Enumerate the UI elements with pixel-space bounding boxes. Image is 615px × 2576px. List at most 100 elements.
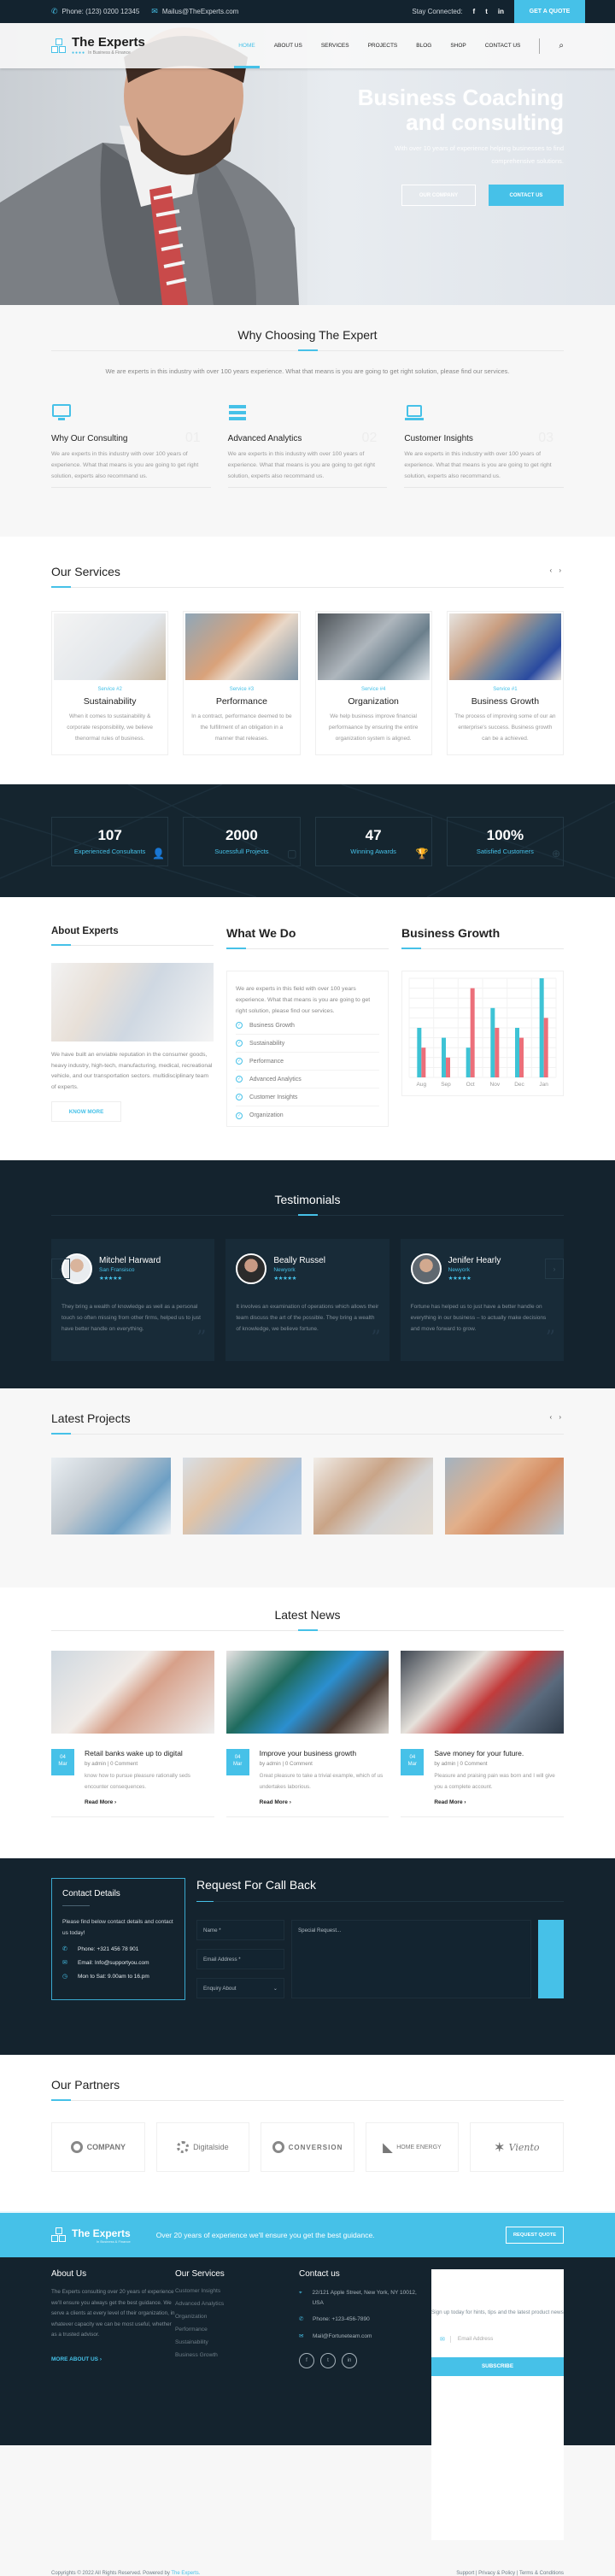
mail-icon: ✉	[151, 7, 158, 15]
linkedin-icon[interactable]: in	[498, 8, 504, 15]
read-more-link[interactable]: Read More ›	[85, 1799, 116, 1805]
date-month: Mar	[58, 1762, 67, 1767]
chart-bar-aug-series-1	[421, 1047, 426, 1077]
mail-icon: ✉	[440, 2335, 451, 2343]
news-image[interactable]	[226, 1651, 390, 1734]
logo-cubes-icon	[51, 38, 67, 54]
footer-service-link[interactable]: Sustainability	[175, 2339, 299, 2345]
nav-contact-us[interactable]: CONTACT US	[485, 23, 521, 68]
copyright-brand-link[interactable]: The Experts.	[171, 2571, 200, 2576]
topbar-email[interactable]: ✉ Mailus@TheExperts.com	[151, 7, 238, 16]
quote-icon: ”	[371, 1328, 381, 1349]
footer-service-link[interactable]: Advanced Analytics	[175, 2301, 299, 2307]
footer-service-link[interactable]: Business Growth	[175, 2352, 299, 2358]
our-company-button[interactable]: OUR COMPANY	[401, 185, 476, 206]
newsletter-placeholder: Email Address	[457, 2336, 494, 2343]
news-image[interactable]	[51, 1651, 214, 1734]
monitor-icon	[52, 404, 71, 420]
testimonial-card: Mitchel Harward San Fransisco ★★★★★ They…	[51, 1239, 215, 1361]
partner-logo[interactable]: CONVERSION	[261, 2122, 354, 2172]
email-input[interactable]: Email Address *	[196, 1949, 284, 1969]
partner-logo[interactable]: Digitalside	[155, 2122, 250, 2172]
twitter-icon[interactable]: t	[320, 2353, 336, 2368]
projects-title: Latest Projects	[51, 1411, 131, 1425]
name-input[interactable]: Name *	[196, 1920, 284, 1940]
nav-shop[interactable]: SHOP	[450, 23, 466, 68]
news-title-link[interactable]: Retail banks wake up to digital	[85, 1749, 214, 1757]
service-card[interactable]: Service #2 Sustainability When it comes …	[51, 611, 169, 755]
service-card[interactable]: Service #4 Organization We help business…	[314, 611, 432, 755]
footer-service-link[interactable]: Organization	[175, 2314, 299, 2320]
hero-contact-us-button[interactable]: CONTACT US	[489, 185, 564, 206]
partner-logo[interactable]: ✶ Viento	[470, 2122, 564, 2172]
chart-x-tick-label: Jan	[539, 1082, 548, 1088]
enquiry-select[interactable]: Enquiry About ⌄	[196, 1978, 284, 1998]
growth-title: Business Growth	[401, 926, 501, 940]
news-card: 04 Mar Improve your business growth by ad…	[226, 1651, 390, 1817]
callback-form: Request For Call Back Name * Email Addre…	[196, 1878, 564, 2000]
contact-phone-text: Phone: +321 456 78 901	[78, 1945, 139, 1952]
footer-service-link[interactable]: Customer Insights	[175, 2288, 299, 2294]
project-image[interactable]	[182, 1458, 302, 1534]
project-image[interactable]	[51, 1458, 171, 1534]
know-more-button[interactable]: KNOW MORE	[51, 1101, 121, 1122]
more-about-us-link[interactable]: MORE ABOUT US ›	[51, 2356, 102, 2362]
request-quote-button[interactable]: REQUEST QUOTE	[506, 2227, 564, 2244]
submit-button[interactable]	[538, 1920, 564, 1998]
nav-blog[interactable]: BLOG	[416, 23, 431, 68]
footer-service-link[interactable]: Performance	[175, 2327, 299, 2332]
list-item: ✓ Performance	[236, 1053, 379, 1071]
legal-links[interactable]: Support | Privacy & Policy | Terms & Con…	[456, 2571, 564, 2576]
nav-home[interactable]: HOME	[234, 23, 260, 68]
service-tag: Service #4	[360, 687, 386, 692]
nav-divider	[539, 38, 541, 54]
service-card[interactable]: Service #3 Performance In a contract, pe…	[183, 611, 301, 755]
project-image[interactable]	[444, 1458, 564, 1534]
copyright: Copyrights © 2022 All Rights Reserved. P…	[51, 2571, 200, 2576]
date-month: Mar	[233, 1762, 243, 1767]
nav-projects[interactable]: PROJECTS	[368, 23, 398, 68]
avatar	[236, 1253, 267, 1284]
news-title-link[interactable]: Save money for your future.	[434, 1749, 564, 1757]
get-a-quote-button[interactable]: GET A QUOTE	[514, 0, 585, 23]
news-title: Latest News	[274, 1608, 341, 1622]
twitter-icon[interactable]: t	[485, 8, 488, 15]
footer-about-title: About Us	[51, 2269, 87, 2279]
logo[interactable]: The Experts ●●●● In Business & Finance	[51, 36, 145, 56]
linkedin-icon[interactable]: in	[342, 2353, 357, 2368]
cta-banner: The Experts In Business & Finance Over 2…	[0, 2211, 615, 2257]
phone-icon: ✆	[299, 2316, 304, 2322]
testimonial-text: It involves an examination of operations…	[236, 1304, 379, 1332]
main-header: The Experts ●●●● In Business & Finance HO…	[0, 23, 615, 68]
read-more-link[interactable]: Read More ›	[260, 1799, 291, 1805]
brand-name: The Experts	[72, 35, 145, 50]
projects-carousel-arrows[interactable]: ‹ ›	[549, 1413, 564, 1421]
nav-about-us[interactable]: ABOUT US	[274, 23, 302, 68]
testimonial-next-button[interactable]: ›	[545, 1259, 564, 1279]
cta-text: Over 20 years of experience we'll ensure…	[155, 2231, 375, 2239]
contact-hours-text: Mon to Sat: 9.00am to 16.pm	[78, 1973, 149, 1980]
news-title-link[interactable]: Improve your business growth	[260, 1749, 390, 1757]
partner-logo[interactable]: ◣ HOME ENERGY	[365, 2122, 460, 2172]
special-request-textarea[interactable]: Special Request...	[291, 1920, 531, 1998]
chart-bar-jan-series-1	[543, 1018, 548, 1077]
nav-services[interactable]: SERVICES	[321, 23, 349, 68]
footer-logo[interactable]: The Experts In Business & Finance	[51, 2227, 131, 2244]
newsletter-email-input[interactable]: ✉ Email Address	[431, 2329, 564, 2349]
service-card[interactable]: Service #1 Business Growth The process o…	[446, 611, 564, 755]
partner-logo[interactable]: COMPANY	[51, 2122, 145, 2172]
chevron-down-icon: ⌄	[272, 1985, 278, 1992]
check-circle-icon: ✓	[236, 1112, 243, 1119]
project-image[interactable]	[313, 1458, 433, 1534]
phone-icon: ✆	[62, 1946, 67, 1952]
testimonials-section: Testimonials Mitchel Harward San Fransis…	[0, 1160, 615, 1388]
services-carousel-arrows[interactable]: ‹ ›	[549, 566, 564, 574]
read-more-link[interactable]: Read More ›	[434, 1799, 466, 1805]
testimonial-prev-button[interactable]: ‹	[51, 1259, 70, 1279]
topbar-phone[interactable]: ✆ Phone: (123) 0200 12345	[51, 7, 139, 16]
facebook-icon[interactable]: f	[299, 2353, 314, 2368]
search-icon[interactable]: ⌕	[559, 23, 564, 68]
subscribe-button[interactable]: SUBSCRIBE	[431, 2356, 564, 2376]
facebook-icon[interactable]: f	[473, 8, 476, 15]
news-image[interactable]	[401, 1651, 565, 1734]
